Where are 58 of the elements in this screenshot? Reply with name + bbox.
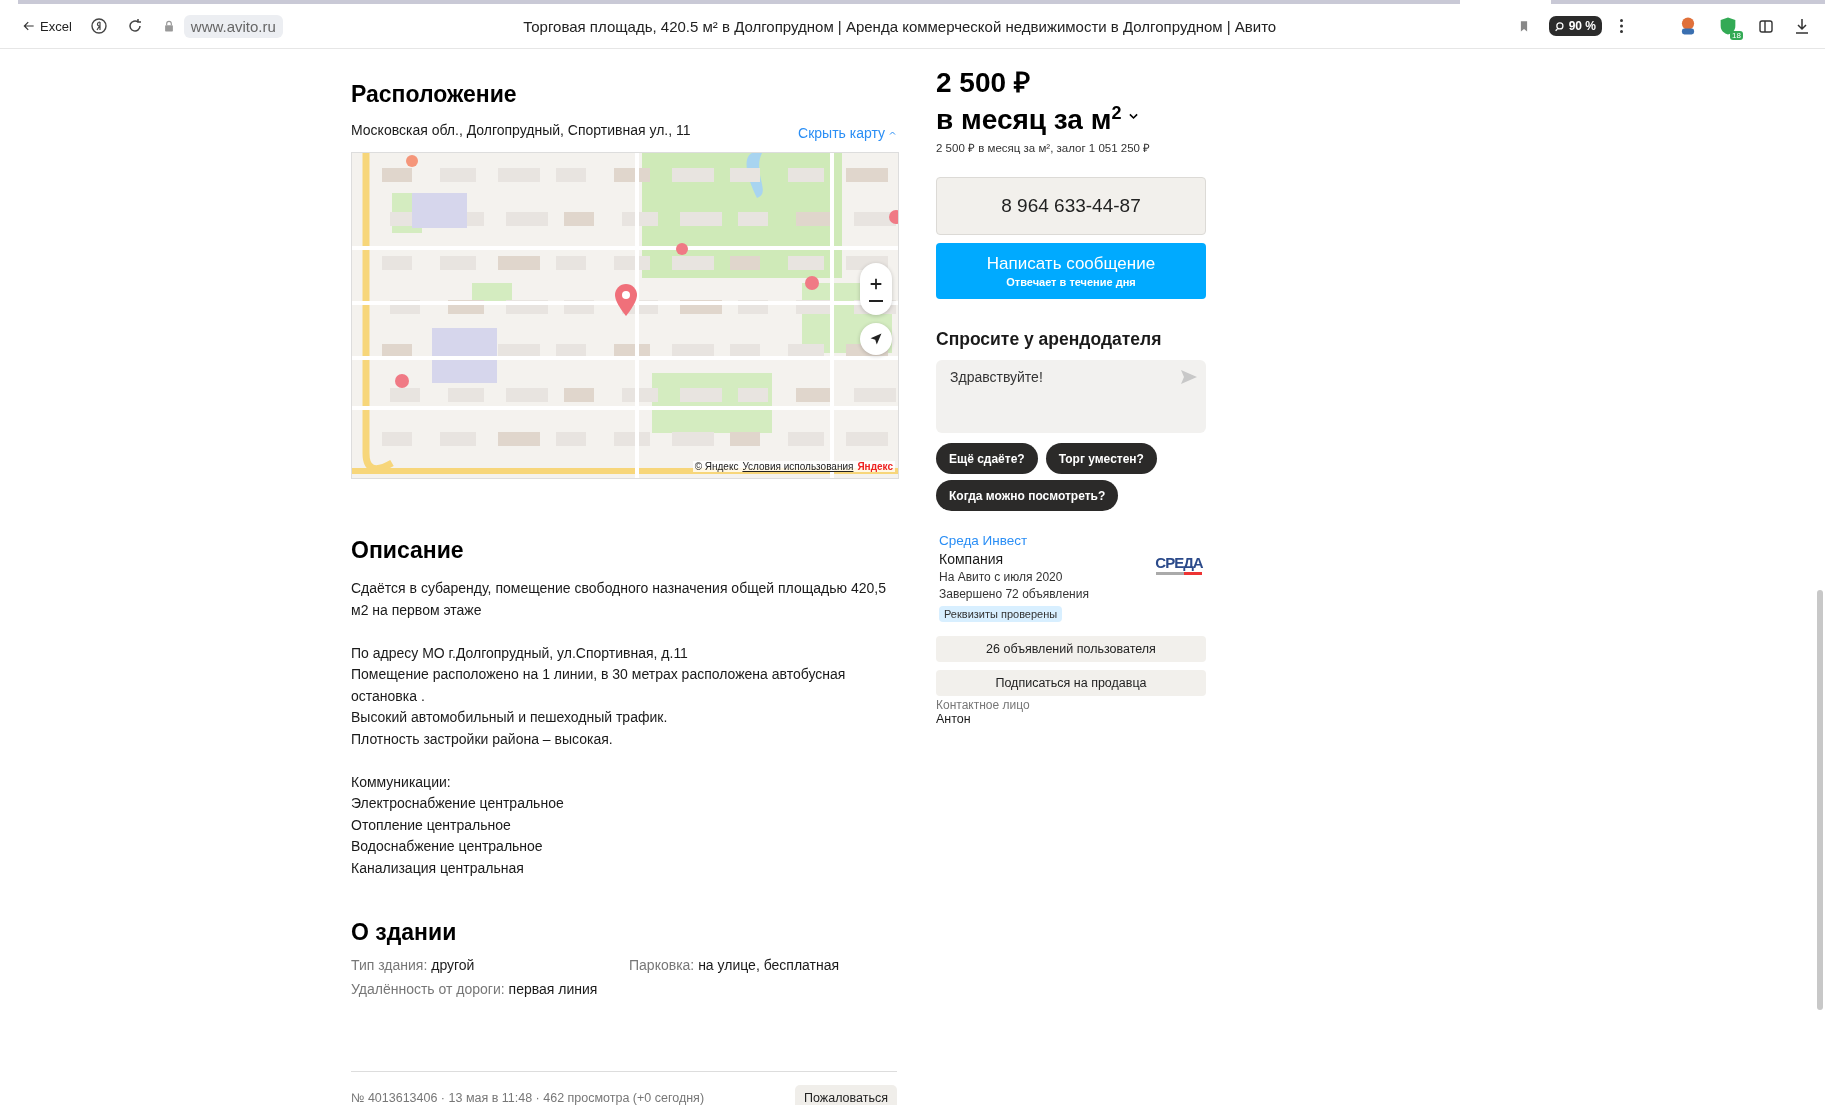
quick-question-chip[interactable]: Торг уместен? (1045, 443, 1157, 475)
param-label: Парковка: (629, 957, 695, 973)
param-label: Удалённость от дороги: (351, 981, 505, 997)
description-text: Водоснабжение центральное (351, 837, 544, 856)
seller-since: На Авито с июля 2020 (939, 570, 1064, 585)
description-text: Коммуникации: (351, 772, 452, 792)
seller-action-button[interactable]: 26 объявлений пользователя (936, 636, 1206, 663)
description-text: Высокий автомобильный и пешеходный трафик. (351, 708, 669, 727)
terms-link[interactable]: Условия использования (742, 461, 854, 472)
description-text: Отопление центральное (351, 815, 512, 835)
phone-button[interactable]: 8 964 633-44-87 (936, 177, 1206, 236)
ask-heading: Спросите у арендодателя (936, 329, 1163, 351)
param-label: Тип здания: (351, 957, 428, 973)
param-value: на улице, бесплатная (698, 957, 840, 973)
description-text: Плотность застройки района – высокая. (351, 729, 614, 749)
listing-meta: № 4013613406 · 13 мая в 11:48 · 462 просмотра (+0 сегодня) (351, 1091, 705, 1105)
sidebar-panel-icon (1757, 17, 1775, 35)
description-text: Помещение расположено на 1 линии, в 30 метрах расположена автобусная остановка . (351, 665, 847, 706)
description-text: Канализация центральная (351, 858, 525, 878)
map-zoom-control[interactable] (860, 263, 892, 315)
param-value: первая линия (508, 981, 598, 997)
address-bar[interactable]: www.avito.ru (183, 14, 283, 38)
quick-question-chip[interactable]: Ещё сдаёте? (936, 443, 1038, 475)
price-unit[interactable]: в месяц за м$^{2}$ (936, 98, 1122, 136)
section-heading: Расположение (351, 81, 518, 108)
map-pin-icon (614, 284, 638, 316)
price-amount: 2 500 ₽ (936, 67, 1031, 98)
more-icon (1620, 19, 1623, 33)
map-logo: Яндекс (857, 461, 893, 472)
address-text: Московская обл., Долгопрудный, Спортивная ул., 11 (351, 122, 691, 138)
minus-icon (869, 300, 883, 302)
message-field[interactable]: Здравствуйте! (936, 360, 1206, 434)
quick-question-chip[interactable]: Когда можно посмотреть? (936, 480, 1119, 512)
description-text: По адресу МО г.Долгопрудный, ул.Спортивная, д.11 (351, 643, 689, 663)
param-value: другой (431, 957, 475, 973)
description-text: Электроснабжение центральное (351, 794, 565, 813)
section-heading: О здании (351, 919, 458, 946)
report-button[interactable]: Пожаловаться (795, 1085, 897, 1105)
magnifier-icon (1554, 20, 1566, 32)
description-text: Сдаётся в субаренду, помещение свободного назначения общей площадью 420,5 м2 на первом этаже (351, 579, 887, 620)
seller-action-button[interactable]: Подписаться на продавца (936, 670, 1206, 697)
contact-label: Контактное лицо (936, 698, 1031, 713)
price-details: 2 500 ₽ в месяц за м², залог 1 051 250 ₽ (936, 141, 1152, 156)
download-icon (1793, 17, 1811, 35)
locate-arrow-icon (869, 332, 883, 346)
contact-name: Антон (936, 712, 972, 727)
plus-icon (868, 276, 884, 292)
verified-badge: Реквизиты проверены (939, 606, 1063, 623)
extension-badge: 18 (1730, 31, 1743, 40)
page-title: Торговая площадь, 420.5 м² в Долгопрудном | Аренда коммерческой недвижимости в Долгопрудном | Авито (522, 17, 1278, 35)
map-attribution: © Яндекс (694, 461, 739, 472)
zoom-badge[interactable]: 90 % (1548, 16, 1602, 36)
back-button[interactable]: Excel (22, 18, 72, 34)
seller-completed: Завершено 72 объявления (939, 587, 1089, 602)
back-arrow-icon (22, 19, 36, 33)
scrollbar[interactable] (1817, 590, 1823, 1010)
section-heading: Описание (351, 537, 465, 564)
seller-type: Компания (939, 551, 1005, 568)
